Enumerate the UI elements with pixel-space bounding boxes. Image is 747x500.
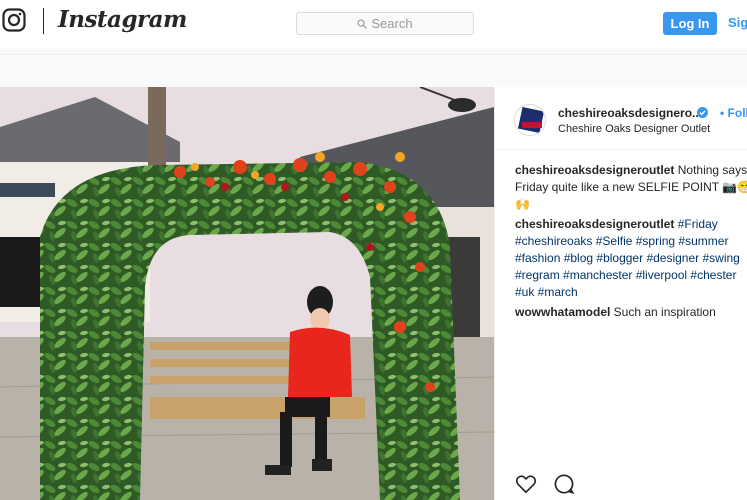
avatar[interactable] <box>514 104 546 136</box>
verified-badge-icon <box>697 107 708 118</box>
page-background-strip <box>0 55 747 87</box>
heart-icon[interactable] <box>515 473 537 495</box>
comment-icon[interactable] <box>553 473 575 495</box>
post-username[interactable]: cheshireoaksdesignero... <box>558 106 702 120</box>
search-placeholder: Search <box>371 16 413 31</box>
post-image-illustration <box>0 87 494 500</box>
comment-list: cheshireoaksdesigneroutlet Nothing says … <box>515 162 747 324</box>
search-icon <box>357 18 368 29</box>
designer-outlet-logo-icon <box>517 106 545 134</box>
top-navigation-bar: Instagram Search Log In Sign <box>0 0 747 48</box>
comment-username[interactable]: wowwhatamodel <box>515 305 610 319</box>
post-header: cheshireoaksdesignero... • Follow Cheshi… <box>495 87 747 150</box>
instagram-camera-icon[interactable] <box>2 8 26 32</box>
comment-username[interactable]: cheshireoaksdesigneroutlet <box>515 163 674 177</box>
post-photo[interactable] <box>0 87 494 500</box>
signup-link[interactable]: Sign <box>728 15 747 30</box>
login-button[interactable]: Log In <box>663 12 717 35</box>
post-location[interactable]: Cheshire Oaks Designer Outlet <box>558 123 710 135</box>
post-sidebar: cheshireoaksdesignero... • Follow Cheshi… <box>494 87 747 500</box>
instagram-wordmark[interactable]: Instagram <box>58 6 187 33</box>
post-actions <box>515 473 575 495</box>
comment-text: Such an inspiration <box>610 305 716 319</box>
comment-item: wowwhatamodel Such an inspiration <box>515 304 747 321</box>
comment-item: cheshireoaksdesigneroutlet #Friday #ches… <box>515 216 747 301</box>
comment-username[interactable]: cheshireoaksdesigneroutlet <box>515 217 674 231</box>
comment-item: cheshireoaksdesigneroutlet Nothing says … <box>515 162 747 213</box>
follow-button[interactable]: • Follow <box>720 106 747 120</box>
search-input[interactable]: Search <box>296 12 474 35</box>
logo-divider <box>43 8 44 34</box>
